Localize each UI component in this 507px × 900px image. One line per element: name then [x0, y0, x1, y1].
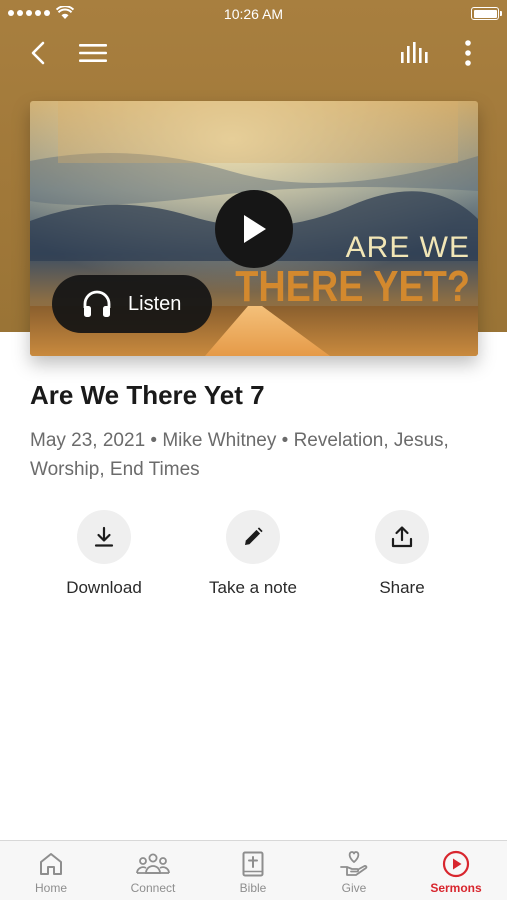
- tab-give-label: Give: [341, 881, 367, 895]
- tab-bar: Home Connect Bible Give Sermons: [0, 840, 507, 900]
- share-icon: [391, 526, 413, 548]
- listen-button[interactable]: Listen: [52, 275, 212, 333]
- home-icon: [40, 853, 62, 875]
- download-icon-circle: [77, 510, 131, 564]
- more-options-button[interactable]: [451, 36, 485, 70]
- tab-home[interactable]: Home: [1, 841, 101, 900]
- play-button[interactable]: [215, 190, 293, 268]
- tab-bible[interactable]: Bible: [203, 841, 303, 900]
- more-vertical-icon: [465, 40, 471, 66]
- sermon-title: Are We There Yet 7: [30, 380, 265, 410]
- tab-bible-label: Bible: [239, 881, 267, 895]
- listen-label: Listen: [128, 292, 182, 315]
- take-note-button[interactable]: Take a note: [178, 510, 328, 598]
- battery-icon: [471, 7, 502, 20]
- audio-bars-icon: [401, 42, 428, 63]
- download-icon: [94, 526, 114, 547]
- share-icon-circle: [375, 510, 429, 564]
- pencil-icon: [245, 527, 263, 545]
- status-bar: 10:26 AM: [0, 0, 507, 28]
- give-hand-icon: [340, 851, 368, 876]
- hamburger-icon: [79, 44, 107, 62]
- bible-icon: [242, 851, 264, 877]
- audio-levels-button[interactable]: [398, 36, 432, 70]
- chevron-left-icon: [31, 41, 45, 65]
- download-label: Download: [66, 578, 142, 597]
- tab-connect-label: Connect: [130, 881, 176, 895]
- download-button[interactable]: Download: [29, 510, 179, 598]
- play-circle-icon: [442, 850, 470, 878]
- people-icon: [136, 853, 170, 874]
- tab-give[interactable]: Give: [304, 841, 404, 900]
- menu-button[interactable]: [76, 36, 110, 70]
- back-button[interactable]: [21, 36, 55, 70]
- tab-sermons[interactable]: Sermons: [406, 841, 506, 900]
- take-note-label: Take a note: [209, 578, 297, 597]
- share-button[interactable]: Share: [327, 510, 477, 598]
- artwork-title-line2: THERE YET?: [235, 262, 470, 311]
- tab-sermons-label: Sermons: [430, 881, 482, 895]
- sermon-meta: May 23, 2021 • Mike Whitney • Revelation…: [30, 430, 449, 480]
- status-time: 10:26 AM: [223, 6, 284, 22]
- tab-home-label: Home: [34, 881, 67, 895]
- share-label: Share: [379, 578, 425, 597]
- tab-connect[interactable]: Connect: [103, 841, 203, 900]
- navigation-bar: [0, 30, 507, 76]
- action-row: Download Take a note Share: [0, 510, 507, 610]
- headphones-icon: [83, 290, 111, 317]
- note-icon-circle: [226, 510, 280, 564]
- sermon-artwork: ARE WE THERE YET? Listen: [30, 101, 478, 356]
- play-icon: [244, 215, 266, 243]
